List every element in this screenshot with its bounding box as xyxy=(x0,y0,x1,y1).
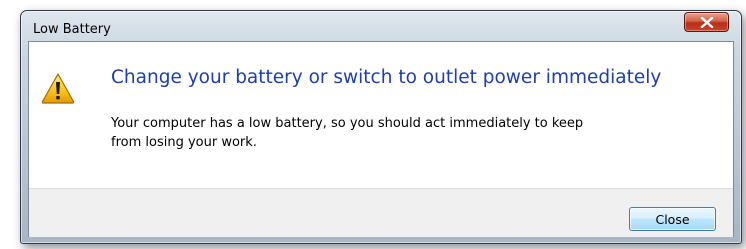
window-close-button[interactable] xyxy=(684,12,729,32)
content-text: Your computer has a low battery, so you … xyxy=(111,114,671,152)
dialog-content: Change your battery or switch to outlet … xyxy=(29,42,733,188)
low-battery-dialog: Low Battery Change your battery or switc… xyxy=(20,10,742,244)
dialog-client-area: Change your battery or switch to outlet … xyxy=(28,41,734,237)
dialog-footer: Close xyxy=(29,188,733,237)
close-button[interactable]: Close xyxy=(629,207,716,231)
warning-icon xyxy=(41,73,75,104)
title-bar[interactable]: Low Battery xyxy=(21,11,741,41)
content-line-1: Your computer has a low battery, so you … xyxy=(111,116,584,131)
content-line-2: from losing your work. xyxy=(111,135,257,150)
close-x-icon xyxy=(700,17,714,28)
window-title: Low Battery xyxy=(33,22,111,37)
main-instruction: Change your battery or switch to outlet … xyxy=(111,67,662,88)
